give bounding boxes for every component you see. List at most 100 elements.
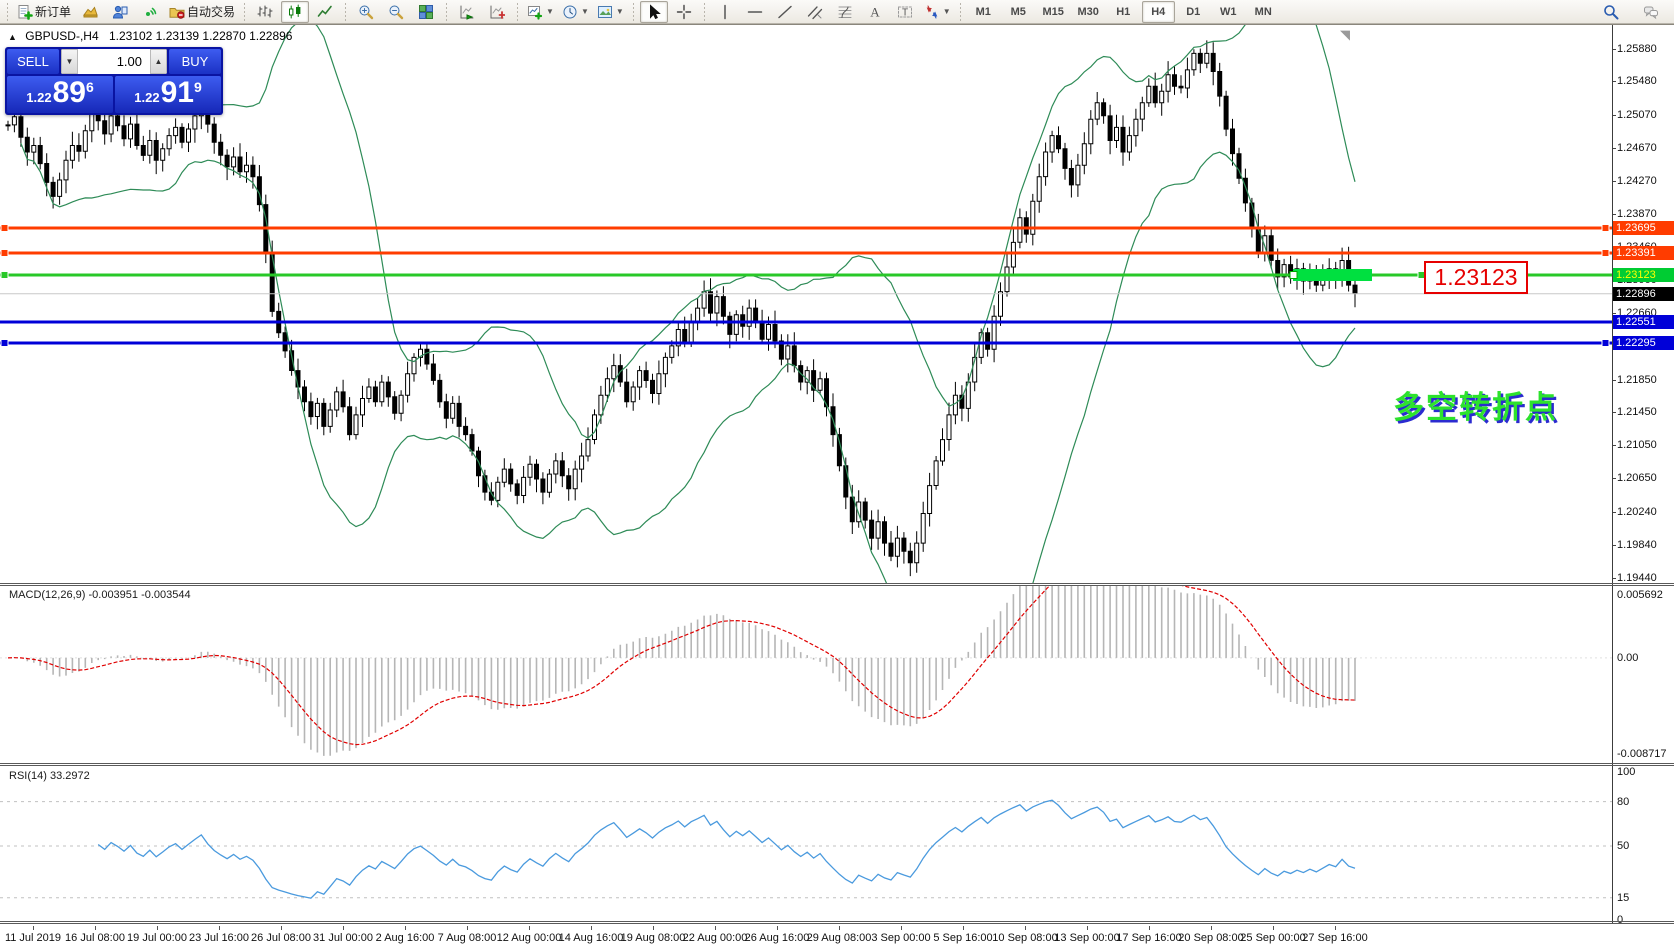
toolbar-grip (515, 3, 520, 21)
tf-d1-label: D1 (1186, 6, 1200, 18)
text-label-button[interactable]: T (891, 1, 919, 23)
hline-handle[interactable] (1602, 250, 1609, 257)
hline-handle[interactable] (1602, 225, 1609, 232)
text-icon: A (867, 4, 883, 20)
autotrading-icon (169, 4, 185, 20)
volume-decrease-button[interactable]: ▼ (61, 49, 78, 74)
new-chart-icon (527, 4, 543, 20)
sell-price-display[interactable]: 1.22 89 6 (7, 76, 113, 113)
profiles-button[interactable]: ▼ (559, 1, 592, 23)
one-click-trading-panel: SELL ▼ ▲ BUY 1.22 89 6 1.22 91 9 (5, 47, 223, 115)
text-label-icon: T (897, 4, 913, 20)
volume-input[interactable] (78, 49, 150, 74)
market-watch-button[interactable] (76, 1, 104, 23)
templates-button[interactable]: ▼ (594, 1, 627, 23)
tf-h4-button[interactable]: H4 (1142, 1, 1175, 23)
bar-chart-button[interactable] (251, 1, 279, 23)
tf-mn-button[interactable]: MN (1247, 1, 1280, 23)
crosshair-icon (676, 4, 692, 20)
arrows-dropdown-icon[interactable]: ▼ (943, 7, 951, 16)
cursor-icon (646, 4, 662, 20)
collapse-icon[interactable]: ▲ (8, 32, 17, 42)
arrows-button[interactable]: ▼ (921, 1, 954, 23)
tf-m30-button[interactable]: M30 (1072, 1, 1105, 23)
buy-price-display[interactable]: 1.22 91 9 (115, 76, 221, 113)
new-order-label: 新订单 (35, 3, 71, 20)
hline-handle[interactable] (1, 272, 8, 279)
tf-d1-button[interactable]: D1 (1177, 1, 1210, 23)
main-chart-plot[interactable] (0, 25, 1674, 584)
tf-m1-button[interactable]: M1 (967, 1, 1000, 23)
horizontal-line-button[interactable] (741, 1, 769, 23)
price-badge-1.22896: 1.22896 (1613, 287, 1674, 301)
templates-dropdown-icon[interactable]: ▼ (616, 7, 624, 16)
vertical-line-button[interactable] (711, 1, 739, 23)
zoom-out-button[interactable] (382, 1, 410, 23)
pivot-note-text[interactable]: 多空转折点 (1393, 382, 1558, 427)
hline-handle[interactable] (1, 250, 8, 257)
buy-price-pip: 9 (194, 79, 202, 95)
profiles-dropdown-icon[interactable]: ▼ (581, 7, 589, 16)
autotrading-button[interactable]: 自动交易 (166, 1, 238, 23)
fibonacci-button[interactable] (831, 1, 859, 23)
time-axis-label: 5 Sep 16:00 (933, 932, 992, 944)
new-order-button[interactable]: 新订单 (14, 1, 74, 23)
zoom-in-button[interactable] (352, 1, 380, 23)
line-chart-button[interactable] (311, 1, 339, 23)
tf-m15-button[interactable]: M15 (1037, 1, 1070, 23)
auto-scroll-icon (459, 4, 475, 20)
tf-h1-button[interactable]: H1 (1107, 1, 1140, 23)
mt4-window: 新订单自动交易▼▼▼AT▼M1M5M15M30H1H4D1W1MN ▲ GBPU… (0, 0, 1674, 949)
hline-handle[interactable] (1, 340, 8, 347)
time-axis-label: 31 Jul 00:00 (313, 932, 373, 944)
tf-h1-label: H1 (1116, 6, 1130, 18)
time-axis-label: 14 Aug 16:00 (559, 932, 624, 944)
new-chart-dropdown-icon[interactable]: ▼ (546, 7, 554, 16)
time-axis-label: 29 Aug 08:00 (807, 932, 872, 944)
toolbar-grip (343, 3, 348, 21)
trendline-button[interactable] (771, 1, 799, 23)
volume-increase-button[interactable]: ▲ (150, 49, 167, 74)
toolbar-grip (958, 3, 963, 21)
chat-button[interactable] (1637, 1, 1665, 23)
new-chart-button[interactable]: ▼ (524, 1, 557, 23)
line-chart-icon (317, 4, 333, 20)
search-button[interactable] (1597, 1, 1625, 23)
hline-handle[interactable] (1602, 340, 1609, 347)
pivot-highlight-bar[interactable] (1293, 269, 1372, 281)
price-badge-1.22295: 1.22295 (1613, 336, 1674, 350)
time-axis-label: 2 Aug 16:00 (376, 932, 435, 944)
bar-handle[interactable] (1290, 272, 1297, 279)
tf-m5-button[interactable]: M5 (1002, 1, 1035, 23)
tf-w1-label: W1 (1220, 6, 1237, 18)
accounts-icon (112, 4, 128, 20)
signals-icon (142, 4, 158, 20)
channel-button[interactable] (801, 1, 829, 23)
time-axis-label: 27 Sep 16:00 (1302, 932, 1367, 944)
buy-button[interactable]: BUY (169, 49, 221, 74)
tf-w1-button[interactable]: W1 (1212, 1, 1245, 23)
macd-panel-plot (0, 586, 1674, 764)
volume-stepper: ▼ ▲ (61, 49, 167, 74)
time-axis-label: 22 Aug 00:00 (683, 932, 748, 944)
chart-shift-icon (489, 4, 505, 20)
toolbar: 新订单 自动交易 ▼ ▼ ▼ AT ▼ M1M5 M15 M30 H1 H4 D1 W1 MN (0, 0, 1674, 24)
macd-label: MACD(12,26,9) -0.003951 -0.003544 (9, 589, 191, 601)
sell-button[interactable]: SELL (7, 49, 59, 74)
tf-m15-label: M15 (1043, 6, 1064, 18)
tf-mn-label: MN (1255, 6, 1272, 18)
axis-border (1612, 25, 1613, 923)
cursor-button[interactable] (640, 1, 668, 23)
tf-m30-label: M30 (1078, 6, 1099, 18)
candlestick-chart-button[interactable] (281, 1, 309, 23)
chart-shift-button[interactable] (483, 1, 511, 23)
accounts-button[interactable] (106, 1, 134, 23)
price-callout-box[interactable]: 1.23123 (1424, 261, 1528, 294)
signals-button[interactable] (136, 1, 164, 23)
hline-handle[interactable] (1, 225, 8, 232)
crosshair-button[interactable] (670, 1, 698, 23)
tile-windows-button[interactable] (412, 1, 440, 23)
trendline-icon (777, 4, 793, 20)
auto-scroll-button[interactable] (453, 1, 481, 23)
text-button[interactable]: A (861, 1, 889, 23)
